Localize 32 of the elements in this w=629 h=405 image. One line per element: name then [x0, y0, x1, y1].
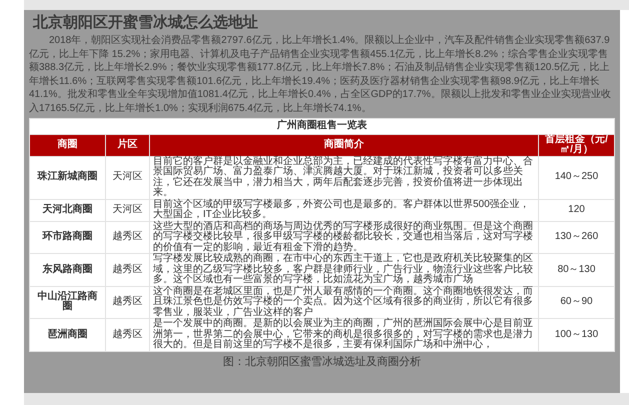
- table-cell: 天河北商圈: [30, 199, 106, 221]
- table-cell: 琶洲商圈: [30, 318, 106, 351]
- table-cell: 目前它的客户群是以金融业和企业总部为主，已经建成的代表性写字楼有富力中心、合景国际贸易广场、富力盈泰广场、津滨腾越大厦。对于珠江新城，投资者可以多些关注，它还在发展当中，潜力相当大，两年后配套逐步完善，投资价值将进一步体现出来。: [150, 156, 538, 199]
- table-cell: 这些大型的酒店和高档的商场与周边优秀的写字楼形成很好的商业氛围。但是这个商圈的写字楼交楼比较早，很多甲级写字楼的楼龄都比较长，交通也相当落后，这对写字楼的价值有一定的影响，最近有租金下滑的趋势。: [150, 221, 538, 254]
- table-cell: 是一个发展中的商圈。是新的以会展业为主的商圈，广州的琶洲国际会展中心是目前亚洲第一，世界第二的会展中心，它带来的商机是很多很多的，对写字楼的需求也是潜力很大的。但是目前这里的写字楼不是很多，主要有保利国际广场和中洲中心，: [150, 318, 538, 351]
- table-cell: 越秀区: [106, 221, 150, 254]
- document-title: 北京朝阳区开蜜雪冰城怎么选地址: [33, 13, 259, 32]
- table-cell: 越秀区: [106, 318, 150, 351]
- table-cell: 目前这个区域的甲级写字楼最多，外资公司也是最多的。客户群体以世界500强企业，大型国企，IT企业比较多。: [150, 199, 538, 221]
- table-cell: 140～250: [538, 156, 614, 199]
- column-header: 商圈: [30, 134, 106, 156]
- column-header: 商圈简介: [150, 134, 538, 156]
- table-cell: 120: [538, 199, 614, 221]
- table-cell: 写字楼发展比较成熟的商圈，在市中心的东西主干道上，它也是政府机关比较聚集的区域，这里的乙级写字楼比较多，客户群是律师行业，广告行业，物流行业这些客户比较多。这个区域也有一些富景的写字楼，比如流花为宝广场，越秀城市广场: [150, 254, 538, 286]
- column-header: 首层租金（元/㎡/月）: [538, 134, 614, 156]
- column-header: 片区: [106, 134, 150, 156]
- table-cell: 这个商圈是在老城区里面，也是广州人最有感情的一个商圈。这个商圈地铁很发达，而且珠江景色也是仿效写字楼的一个卖点。因为这个区域有很多的商业街，所以它有很多零售业，服装业，广告业这样的客户: [150, 286, 538, 318]
- table-cell: 环市路商圈: [30, 221, 106, 254]
- body-paragraph: 2018年，朝阳区实现社会消费品零售额2797.6亿元，比上年增长1.4%。限额以上企业中，汽车及配件销售企业实现零售额637.9亿元，比上年下降 15.2%；家用电器、计算机及电子产品销售企业实现零售额455.1亿元，比上年增长8.2%；综合零售企业实现零售额388.3亿元，比上年增长2.9%；餐饮业实现零售额177.8亿元，比上年增长7.8%；石油及制品销售企业实现零售额120.5亿元，比上年增长11.6%；互联网零售实现零售额101.6亿元，比上年增长19.4%；医药及医疗器材销售企业实现零售额98.9亿元，比上年增长41.1%。批发和零售业全年实现增加值1081.4亿元，比上年增长0.4%，占全区GDP的17.7%。限额以上批发和零售业企业实现营业收入17165.5亿元，比上年增长1.0%；实现利润675.4亿元，比上年增长74.1%。: [29, 34, 612, 115]
- table-cell: 100～130: [538, 318, 614, 351]
- table-cell: 天河区: [106, 156, 150, 199]
- table-cell: 60～90: [538, 286, 614, 318]
- table-cell: 珠江新城商圈: [30, 156, 106, 199]
- table-cell: 东风路商圈: [30, 254, 106, 286]
- table-cell: 越秀区: [106, 286, 150, 318]
- table-cell: 越秀区: [106, 254, 150, 286]
- table-cell: 130～260: [538, 221, 614, 254]
- table-cell: 80～130: [538, 254, 614, 286]
- table-cell: 中山沿江路商圈: [30, 286, 106, 318]
- table-title: 广州商圈租售一览表: [30, 118, 614, 134]
- table-cell: 天河区: [106, 199, 150, 221]
- figure-caption: 图：北京朝阳区蜜雪冰城选址及商圈分析: [222, 354, 422, 368]
